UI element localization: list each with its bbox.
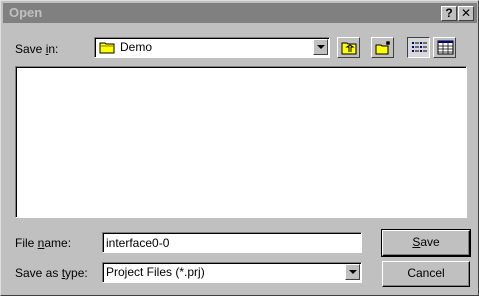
chevron-down-icon bbox=[317, 45, 325, 49]
save-as-type-dropdown-button[interactable] bbox=[345, 264, 360, 280]
create-new-folder-button[interactable] bbox=[371, 37, 394, 58]
list-view-icon bbox=[412, 42, 427, 52]
up-one-level-icon bbox=[341, 42, 357, 55]
title-bar[interactable]: Open ? ✕ bbox=[3, 3, 477, 23]
file-name-label: File name: bbox=[15, 236, 72, 250]
help-button[interactable]: ? bbox=[441, 6, 457, 21]
cancel-button[interactable]: Cancel bbox=[382, 261, 470, 287]
create-new-folder-icon bbox=[375, 41, 390, 55]
file-name-value: interface0-0 bbox=[106, 236, 170, 250]
folder-icon bbox=[99, 41, 117, 57]
help-icon: ? bbox=[445, 6, 453, 20]
window-title: Open bbox=[9, 5, 43, 20]
file-name-input[interactable]: interface0-0 bbox=[102, 232, 362, 253]
list-view-button[interactable] bbox=[407, 37, 430, 58]
file-list[interactable] bbox=[15, 66, 467, 218]
details-view-icon bbox=[437, 40, 454, 55]
save-as-type-value: Project Files (*.prj) bbox=[106, 265, 205, 279]
close-icon: ✕ bbox=[460, 6, 472, 20]
save-as-type-combo[interactable]: Project Files (*.prj) bbox=[102, 262, 362, 283]
details-view-button[interactable] bbox=[433, 37, 456, 58]
save-in-value: Demo bbox=[120, 40, 153, 54]
save-in-combo[interactable]: Demo bbox=[94, 37, 330, 58]
close-button[interactable]: ✕ bbox=[458, 6, 474, 21]
save-as-type-label: Save as type: bbox=[15, 266, 88, 280]
save-in-label: Save in: bbox=[15, 42, 59, 56]
chevron-down-icon bbox=[349, 270, 357, 274]
open-dialog: Open ? ✕ Save in: Demo File name: interf… bbox=[0, 0, 479, 296]
save-button[interactable]: Save bbox=[381, 229, 471, 257]
save-in-dropdown-button[interactable] bbox=[313, 39, 328, 55]
up-one-level-button[interactable] bbox=[337, 37, 360, 58]
